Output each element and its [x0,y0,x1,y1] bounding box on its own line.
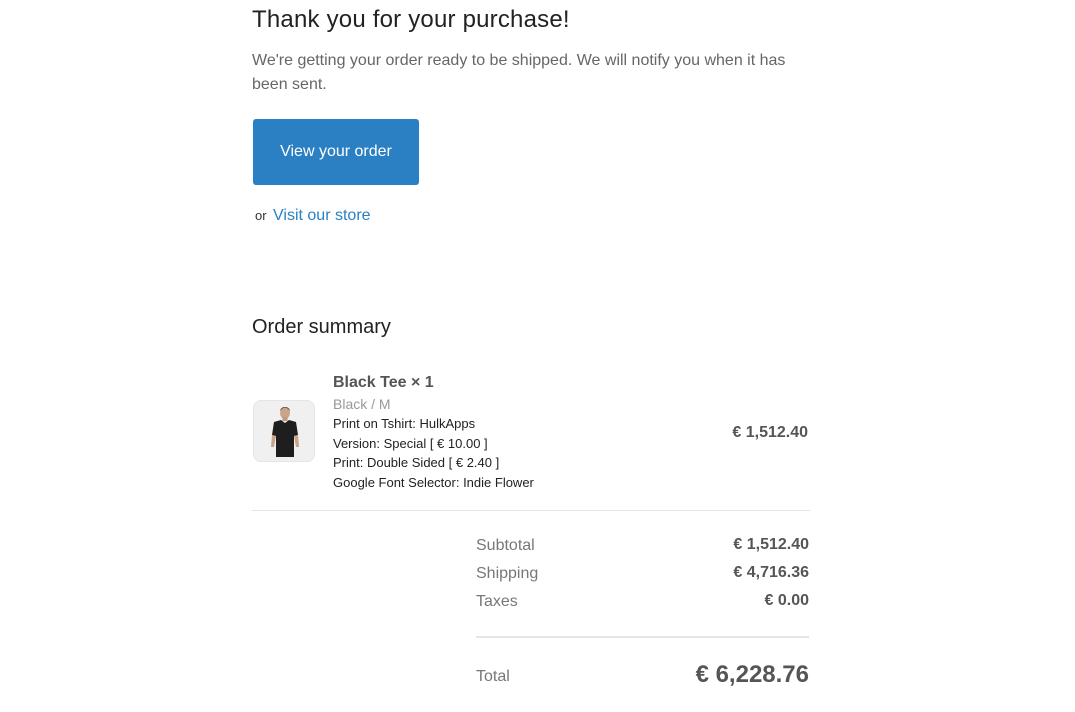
summary-divider [252,510,810,511]
view-order-button[interactable]: View your order [253,119,419,185]
subtotal-row: Subtotal € 1,512.40 [476,534,809,562]
subtotal-label: Subtotal [476,537,535,554]
page-title: Thank you for your purchase! [252,6,570,33]
line-item-property: Google Font Selector: Indie Flower [333,474,534,490]
black-tshirt-icon [254,401,314,461]
taxes-value: € 0.00 [764,592,809,609]
or-text: or [255,208,267,223]
line-item-price: € 1,512.40 [732,424,808,441]
line-item-variant: Black / M [333,396,391,412]
shipping-value: € 4,716.36 [733,564,809,581]
line-item-property: Version: Special [ € 10.00 ] [333,435,488,451]
shipping-row: Shipping € 4,716.36 [476,562,809,590]
shipping-label: Shipping [476,565,539,582]
product-image [253,400,315,462]
subtotal-value: € 1,512.40 [733,536,809,553]
total-value: € 6,228.76 [695,661,809,688]
line-item-details: Black Tee × 1 Black / M Print on Tshirt:… [333,372,693,492]
order-summary-title: Order summary [252,316,391,338]
visit-store-link[interactable]: Visit our store [273,207,371,224]
confirmation-message: We're getting your order ready to be shi… [252,52,786,93]
total-label: Total [476,668,510,685]
totals-divider [476,636,809,638]
line-item-property: Print: Double Sided [ € 2.40 ] [333,455,500,470]
taxes-row: Taxes € 0.00 [476,590,809,618]
taxes-label: Taxes [476,593,518,610]
line-item-property: Print on Tshirt: HulkApps [333,416,476,431]
line-item-title: Black Tee × 1 [333,374,434,391]
store-link-row: or Visit our store [255,207,371,225]
